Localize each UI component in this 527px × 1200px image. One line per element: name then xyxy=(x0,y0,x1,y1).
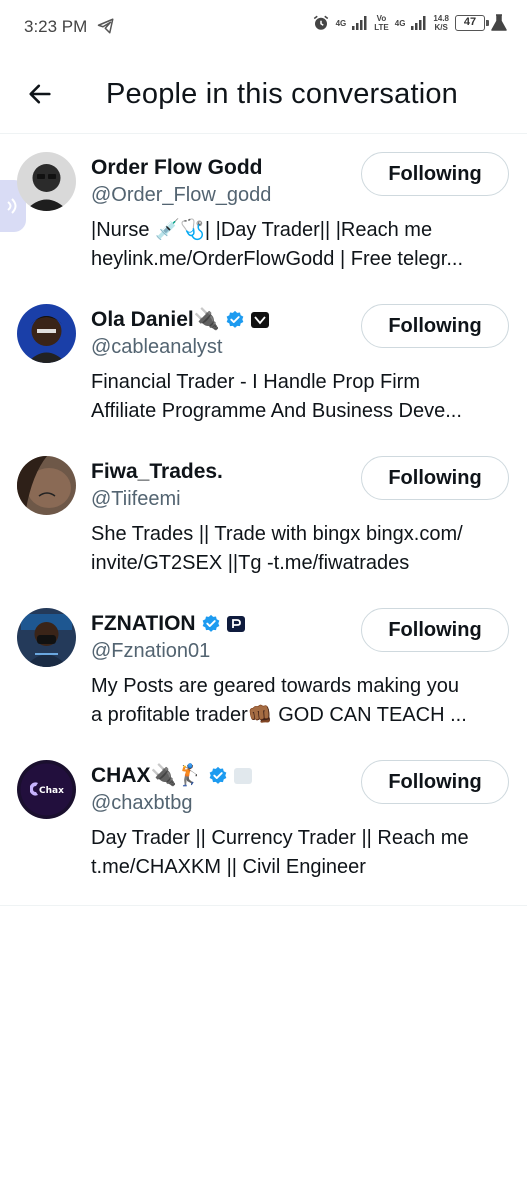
telegram-icon xyxy=(97,18,114,34)
avatar[interactable] xyxy=(17,456,76,515)
bio-line: t.me/CHAXKM || Civil Engineer xyxy=(91,856,366,878)
user-bio: My Posts are geared towards making you a… xyxy=(91,672,511,730)
network-4g-indicator: 4G xyxy=(335,18,347,28)
user-bio: Day Trader || Currency Trader || Reach m… xyxy=(91,824,511,882)
avatar-logo-text: Chax xyxy=(39,786,64,796)
person-item[interactable]: FZNATION @Fznation01 My Posts are geared… xyxy=(0,591,527,743)
display-name[interactable]: Order Flow Godd xyxy=(91,156,263,180)
display-name[interactable]: FZNATION xyxy=(91,612,196,636)
name-row: Order Flow Godd xyxy=(91,154,263,182)
status-icons: 4G Vo LTE 4G 14.8 K/S 47 xyxy=(312,14,507,32)
affiliate-badge-icon xyxy=(250,312,269,328)
affiliate-badge-icon xyxy=(226,616,245,632)
header: People in this conversation xyxy=(0,52,527,134)
user-handle[interactable]: @Fznation01 xyxy=(91,640,210,663)
verified-badge-icon xyxy=(226,310,244,328)
status-bar: 3:23 PM 4G Vo LTE 4G 14.8 K/S 47 xyxy=(0,0,527,52)
signal-icon xyxy=(352,16,367,30)
people-list: Order Flow Godd @Order_Flow_godd |Nurse … xyxy=(0,135,527,906)
bio-line: She Trades || Trade with bingx bingx.com… xyxy=(91,523,463,545)
avatar[interactable] xyxy=(17,608,76,667)
bio-line: invite/GT2SEX ||Tg -t.me/fiwatrades xyxy=(91,552,410,574)
bio-line: Affiliate Programme And Business Deve... xyxy=(91,400,462,422)
bio-line: Day Trader || Currency Trader || Reach m… xyxy=(91,827,469,849)
person-item[interactable]: Ola Daniel🔌 @cableanalyst Financial Trad… xyxy=(0,287,527,439)
avatar[interactable] xyxy=(17,304,76,363)
user-handle[interactable]: @Tiifeemi xyxy=(91,488,181,511)
following-button[interactable]: Following xyxy=(361,608,509,652)
bio-line: Financial Trader - I Handle Prop Firm xyxy=(91,371,421,393)
network-speed: 14.8 K/S xyxy=(433,14,449,32)
user-bio: She Trades || Trade with bingx bingx.com… xyxy=(91,520,511,578)
bio-line: a profitable trader👊🏾 GOD CAN TEACH ... xyxy=(91,704,467,726)
name-row: Fiwa_Trades. xyxy=(91,458,223,486)
bio-line: heylink.me/OrderFlowGodd | Free telegr..… xyxy=(91,248,464,270)
flask-icon xyxy=(491,14,507,31)
display-name[interactable]: Fiwa_Trades. xyxy=(91,460,223,484)
user-bio: |Nurse 💉🩺| |Day Trader|| |Reach me heyli… xyxy=(91,216,511,274)
page-title: People in this conversation xyxy=(106,78,458,110)
following-button[interactable]: Following xyxy=(361,456,509,500)
user-handle[interactable]: @chaxbtbg xyxy=(91,792,192,815)
network-4g-indicator-2: 4G xyxy=(394,18,406,28)
verified-badge-icon xyxy=(209,766,227,784)
bio-line: |Nurse 💉🩺| |Day Trader|| |Reach me xyxy=(91,219,433,241)
back-button[interactable] xyxy=(22,76,58,112)
alarm-icon xyxy=(313,15,328,30)
display-name[interactable]: CHAX🔌🏌 xyxy=(91,764,203,788)
name-row: CHAX🔌🏌 xyxy=(91,762,253,790)
person-item[interactable]: Fiwa_Trades. @Tiifeemi She Trades || Tra… xyxy=(0,439,527,591)
name-row: Ola Daniel🔌 xyxy=(91,306,270,334)
person-item[interactable]: Chax CHAX🔌🏌 @chaxbtbg Day Trader || Curr… xyxy=(0,743,527,895)
verified-badge-icon xyxy=(202,614,219,632)
following-button[interactable]: Following xyxy=(361,760,509,804)
following-button[interactable]: Following xyxy=(361,304,509,348)
volte-indicator: Vo LTE xyxy=(374,14,389,32)
signal-icon-2 xyxy=(411,16,426,30)
bio-line: My Posts are geared towards making you xyxy=(91,675,459,697)
affiliate-badge-icon xyxy=(233,768,252,784)
status-time: 3:23 PM xyxy=(24,17,88,36)
battery-indicator: 47 xyxy=(455,15,489,31)
avatar[interactable] xyxy=(17,152,76,211)
name-row: FZNATION xyxy=(91,610,246,638)
avatar[interactable]: Chax xyxy=(17,760,76,819)
display-name[interactable]: Ola Daniel🔌 xyxy=(91,308,220,332)
user-handle[interactable]: @cableanalyst xyxy=(91,336,222,359)
person-item[interactable]: Order Flow Godd @Order_Flow_godd |Nurse … xyxy=(0,135,527,287)
following-button[interactable]: Following xyxy=(361,152,509,196)
back-arrow-icon xyxy=(29,84,51,104)
user-handle[interactable]: @Order_Flow_godd xyxy=(91,184,271,207)
user-bio: Financial Trader - I Handle Prop Firm Af… xyxy=(91,368,511,426)
